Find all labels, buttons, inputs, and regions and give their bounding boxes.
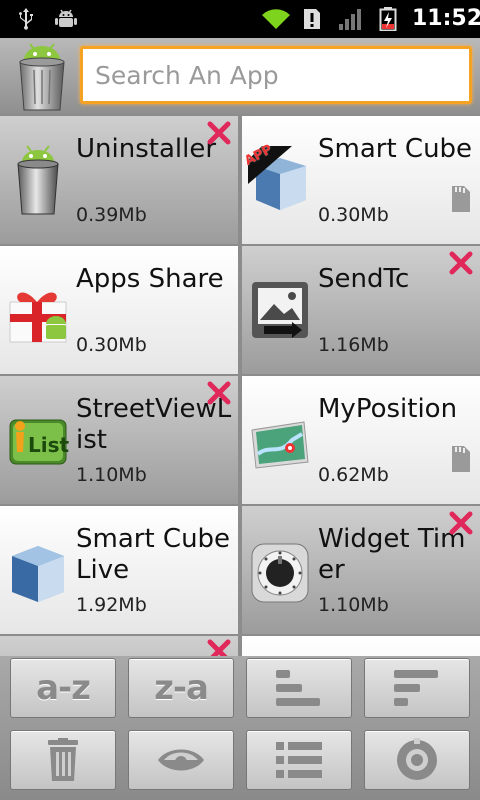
sd-card-icon — [452, 186, 470, 212]
app-tile-widget-timer[interactable]: Widget Timer 1.10Mb — [242, 506, 480, 634]
app-size: 1.16Mb — [318, 334, 389, 356]
app-size: 1.10Mb — [76, 464, 147, 486]
usb-icon — [19, 8, 33, 30]
app-tile-uninstaller[interactable]: Uninstaller 0.39Mb — [0, 116, 238, 244]
wifi-icon — [262, 9, 290, 29]
app-tile-myposition[interactable]: MyPosition 0.62Mb — [242, 376, 480, 504]
app-tile-partial[interactable] — [242, 636, 480, 656]
sort-size-ascending-button[interactable] — [246, 658, 352, 718]
eye-icon — [158, 749, 204, 771]
app-size: 0.39Mb — [76, 204, 147, 226]
header — [0, 38, 480, 114]
map-icon — [251, 421, 309, 469]
search-box — [80, 46, 472, 104]
settings-button[interactable] — [364, 730, 470, 790]
app-size: 1.92Mb — [76, 594, 147, 616]
alert-icon — [304, 9, 320, 29]
bottom-toolbar: a-z z-a — [0, 656, 480, 800]
app-tile-partial[interactable] — [0, 636, 238, 656]
svg-text:List: List — [28, 433, 70, 457]
list-view-button[interactable] — [246, 730, 352, 790]
uninstaller-trash-icon — [17, 145, 59, 215]
search-input[interactable] — [83, 49, 469, 101]
sort-size-ascending-icon — [276, 670, 320, 706]
app-size: 0.62Mb — [318, 464, 389, 486]
app-size: 1.10Mb — [318, 594, 389, 616]
sort-size-descending-button[interactable] — [364, 658, 470, 718]
sort-size-descending-icon — [394, 670, 438, 706]
app-tile-smart-cube[interactable]: APP Smart Cube 0.30Mb — [242, 116, 480, 244]
app-size: 0.30Mb — [76, 334, 147, 356]
status-bar: 11:52 — [0, 0, 480, 38]
sort-za-button[interactable]: z-a — [128, 658, 234, 718]
view-button[interactable] — [128, 730, 234, 790]
signal-icon — [339, 9, 361, 30]
uninstall-button[interactable] — [10, 730, 116, 790]
trash-icon — [48, 738, 78, 781]
settings-icon — [397, 738, 437, 780]
list-icon — [276, 742, 322, 778]
status-time: 11:52 — [412, 6, 480, 31]
sort-za-label: z-a — [154, 668, 209, 708]
app-name: Smart Cube — [318, 134, 473, 164]
app-name: MyPosition — [318, 394, 458, 424]
app-tile-apps-share[interactable]: Apps Share 0.30Mb — [0, 246, 238, 374]
sd-card-icon — [452, 446, 470, 472]
app-name: Apps Share — [76, 264, 224, 294]
battery-charging-icon — [379, 7, 397, 31]
gift-icon — [9, 292, 67, 343]
android-debug-icon — [55, 9, 77, 27]
app-tile-sendtc[interactable]: SendTc 1.16Mb — [242, 246, 480, 374]
close-icon[interactable] — [206, 380, 232, 406]
close-icon[interactable] — [206, 638, 232, 656]
sort-az-label: a-z — [36, 668, 91, 708]
close-icon[interactable] — [206, 120, 232, 146]
close-icon[interactable] — [448, 510, 474, 536]
app-tile-streetviewlist[interactable]: List StreetViewList 1.10Mb — [0, 376, 238, 504]
streetview-list-icon: List — [9, 419, 70, 465]
app-name: Smart Cube Live — [76, 524, 231, 585]
app-tile-smart-cube-live[interactable]: Smart Cube Live 1.92Mb — [0, 506, 238, 634]
close-icon[interactable] — [448, 250, 474, 276]
app-grid: Uninstaller 0.39Mb APP Smart Cube 0.30Mb — [0, 114, 480, 656]
timer-dial-icon — [251, 543, 309, 603]
app-size: 0.30Mb — [318, 204, 389, 226]
sort-az-button[interactable]: a-z — [10, 658, 116, 718]
sendtc-photo-icon — [252, 282, 308, 338]
smart-cube-icon — [12, 546, 64, 602]
trash-android-icon[interactable] — [14, 42, 70, 112]
